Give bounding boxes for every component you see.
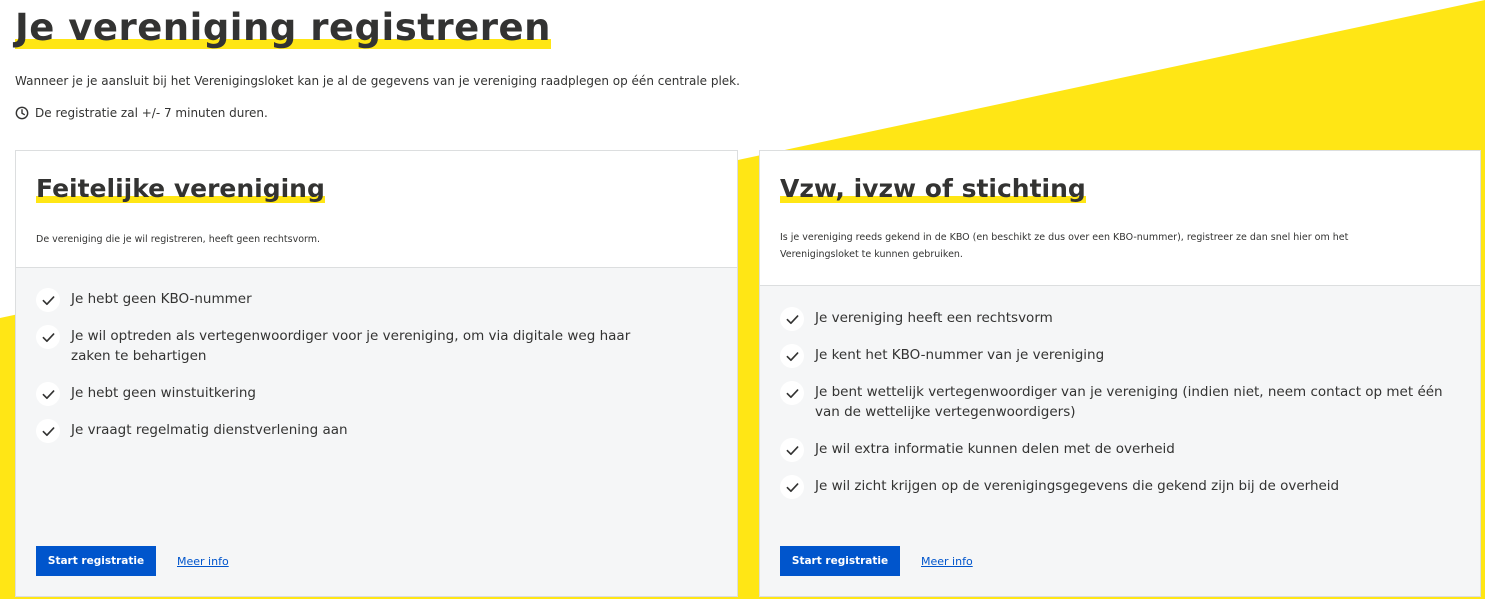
card-actions: Start registratie Meer info [36,546,229,576]
checkmark-icon [36,325,60,349]
checkmark-icon [780,344,804,368]
requirement-text: Je vraagt regelmatig dienstverlening aan [71,422,348,438]
checkmark-icon [36,419,60,443]
requirement-item: Je vraagt regelmatig dienstverlening aan [36,419,717,443]
card-description: Is je vereniging reeds gekend in de KBO … [780,232,1349,260]
card-header: Feitelijke vereniging De vereniging die … [16,151,737,268]
checkmark-icon [780,381,804,405]
duration-info: De registratie zal +/- 7 minuten duren. [15,105,268,121]
requirement-item: Je hebt geen KBO-nummer [36,288,717,312]
card-vzw-ivzw-stichting: Vzw, ivzw of stichting Is je vereniging … [759,150,1481,597]
card-feitelijke-vereniging: Feitelijke vereniging De vereniging die … [15,150,738,597]
requirement-item: Je vereniging heeft een rechtsvorm [780,307,1460,331]
start-registratie-button[interactable]: Start registratie [780,546,900,576]
checkmark-icon [36,382,60,406]
requirement-text: Je bent wettelijk vertegenwoordiger van … [815,384,1443,420]
requirement-item: Je hebt geen winstuitkering [36,382,717,406]
checkmark-icon [36,288,60,312]
requirement-text: Je vereniging heeft een rechtsvorm [815,310,1053,326]
intro-text: Wanneer je je aansluit bij het Verenigin… [15,74,740,88]
requirement-text: Je kent het KBO-nummer van je vereniging [815,347,1105,363]
start-registratie-button[interactable]: Start registratie [36,546,156,576]
meer-info-link[interactable]: Meer info [921,555,973,568]
requirement-text: Je hebt geen winstuitkering [71,385,256,401]
card-title: Vzw, ivzw of stichting [780,174,1086,203]
card-actions: Start registratie Meer info [780,546,973,576]
requirement-text: Je wil zicht krijgen op de verenigingsge… [815,478,1340,494]
requirement-item: Je wil optreden als vertegenwoordiger vo… [36,325,717,366]
card-title: Feitelijke vereniging [36,174,325,203]
card-description: De vereniging die je wil registreren, he… [36,234,321,245]
checkmark-icon [780,438,804,462]
checkmark-icon [780,307,804,331]
requirement-item: Je bent wettelijk vertegenwoordiger van … [780,381,1460,422]
requirement-text: Je wil extra informatie kunnen delen met… [815,441,1175,457]
checkmark-icon [780,475,804,499]
requirement-text: Je wil optreden als vertegenwoordiger vo… [71,328,631,364]
meer-info-link[interactable]: Meer info [177,555,229,568]
requirements-list: Je hebt geen KBO-nummer Je wil optreden … [36,288,717,457]
duration-text: De registratie zal +/- 7 minuten duren. [35,106,268,120]
requirement-item: Je kent het KBO-nummer van je vereniging [780,344,1460,368]
requirements-list: Je vereniging heeft een rechtsvorm Je ke… [780,307,1460,513]
clock-icon [15,106,29,120]
requirement-text: Je hebt geen KBO-nummer [71,291,252,307]
requirement-item: Je wil extra informatie kunnen delen met… [780,438,1460,462]
requirement-item: Je wil zicht krijgen op de verenigingsge… [780,475,1460,499]
page-title: Je vereniging registreren [15,6,551,49]
card-header: Vzw, ivzw of stichting Is je vereniging … [760,151,1480,286]
